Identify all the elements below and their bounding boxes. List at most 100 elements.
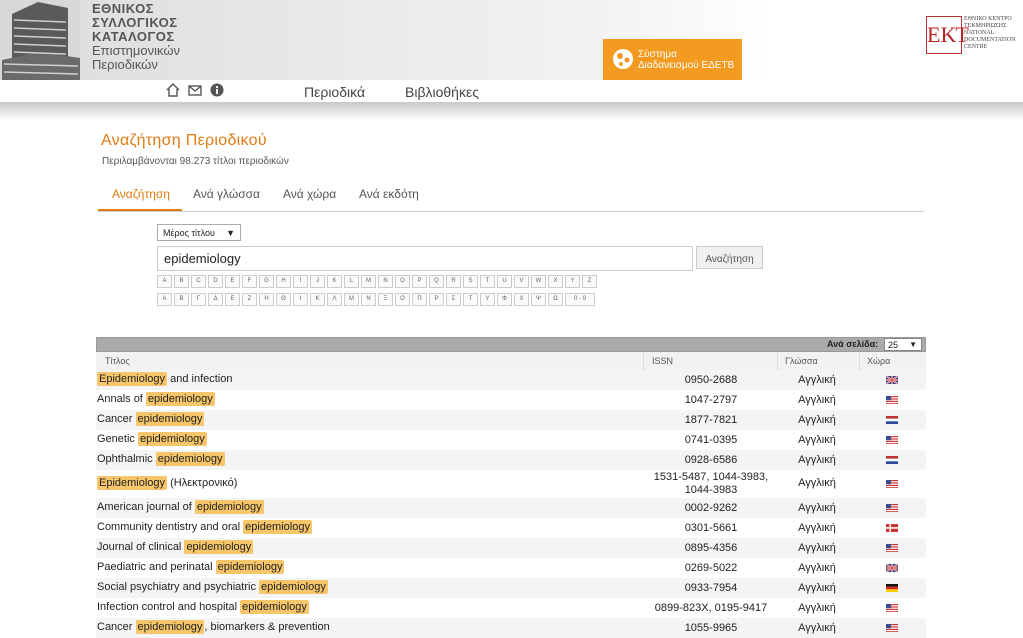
letter-button[interactable]: Ι: [293, 293, 308, 306]
column-header-language[interactable]: Γλώσσα: [785, 356, 818, 366]
journal-title-link[interactable]: Infection control and hospital epidemiol…: [97, 600, 309, 614]
letter-button[interactable]: Z: [582, 275, 597, 288]
letter-button[interactable]: D: [208, 275, 223, 288]
letter-button[interactable]: Σ: [446, 293, 461, 306]
journal-title-link[interactable]: Ophthalmic epidemiology: [97, 452, 225, 466]
journal-title-link[interactable]: Social psychiatry and psychiatric epidem…: [97, 580, 328, 594]
table-row[interactable]: Paediatric and perinatal epidemiology 026…: [96, 558, 926, 578]
tab-by-publisher[interactable]: Ανά εκδότη: [359, 187, 419, 201]
table-row[interactable]: Ophthalmic epidemiology 0928-6586 Αγγλική: [96, 450, 926, 470]
letter-button[interactable]: N: [378, 275, 393, 288]
journal-title-link[interactable]: Paediatric and perinatal epidemiology: [97, 560, 285, 574]
letter-button[interactable]: Τ: [463, 293, 478, 306]
letter-button[interactable]: Μ: [344, 293, 359, 306]
letter-button[interactable]: H: [276, 275, 291, 288]
tab-by-country[interactable]: Ανά χώρα: [283, 187, 336, 201]
letter-button[interactable]: W: [531, 275, 546, 288]
letter-button[interactable]: Κ: [310, 293, 325, 306]
journal-title-link[interactable]: American journal of epidemiology: [97, 500, 264, 514]
letter-button[interactable]: E: [225, 275, 240, 288]
search-button[interactable]: Αναζήτηση: [696, 246, 763, 269]
journal-title-link[interactable]: Epidemiology and infection: [97, 372, 232, 386]
letter-button[interactable]: V: [514, 275, 529, 288]
tab-by-language[interactable]: Ανά γλώσσα: [193, 187, 260, 201]
letter-button[interactable]: Ο: [395, 293, 410, 306]
letter-button[interactable]: Π: [412, 293, 427, 306]
journal-title-link[interactable]: Cancer epidemiology, biomarkers & preven…: [97, 620, 330, 634]
language-cell: Αγγλική: [798, 414, 836, 426]
letter-button[interactable]: B: [174, 275, 189, 288]
letter-button[interactable]: K: [327, 275, 342, 288]
letter-button[interactable]: Φ: [497, 293, 512, 306]
table-row[interactable]: Cancer epidemiology, biomarkers & preven…: [96, 618, 926, 638]
letter-button[interactable]: S: [463, 275, 478, 288]
table-row[interactable]: Cancer epidemiology 1877-7821 Αγγλική: [96, 410, 926, 430]
info-icon[interactable]: [209, 82, 225, 98]
letter-button[interactable]: Q: [429, 275, 444, 288]
column-header-title[interactable]: Τίτλος: [105, 356, 130, 366]
letter-button[interactable]: Ε: [225, 293, 240, 306]
edetb-loan-system-button[interactable]: Σύστημα Διαδανεισμού ΕΔΕΤΒ: [603, 39, 742, 80]
table-row[interactable]: Infection control and hospital epidemiol…: [96, 598, 926, 618]
letter-button[interactable]: Ζ: [242, 293, 257, 306]
search-input[interactable]: [157, 246, 693, 271]
journal-title-link[interactable]: Community dentistry and oral epidemiolog…: [97, 520, 312, 534]
letter-button[interactable]: Ν: [361, 293, 376, 306]
nav-link-libraries[interactable]: Βιβλιοθήκες: [405, 84, 479, 100]
column-header-issn[interactable]: ISSN: [652, 356, 673, 366]
nav-link-journals[interactable]: Περιοδικά: [304, 84, 365, 100]
column-header-country[interactable]: Χώρα: [867, 356, 890, 366]
letter-button[interactable]: M: [361, 275, 376, 288]
search-term-highlight: epidemiology: [155, 452, 225, 466]
letter-button[interactable]: G: [259, 275, 274, 288]
letter-button[interactable]: Ρ: [429, 293, 444, 306]
letter-button[interactable]: Χ: [514, 293, 529, 306]
table-row[interactable]: Journal of clinical epidemiology 0895-435…: [96, 538, 926, 558]
journal-title-link[interactable]: Genetic epidemiology: [97, 432, 207, 446]
letter-button[interactable]: Β: [174, 293, 189, 306]
letter-button[interactable]: Γ: [191, 293, 206, 306]
letter-button[interactable]: Δ: [208, 293, 223, 306]
table-row[interactable]: Social psychiatry and psychiatric epidem…: [96, 578, 926, 598]
letter-button[interactable]: Ω: [548, 293, 563, 306]
letter-button[interactable]: O: [395, 275, 410, 288]
letter-button[interactable]: Θ: [276, 293, 291, 306]
letter-button[interactable]: Λ: [327, 293, 342, 306]
mail-icon[interactable]: [187, 82, 203, 98]
letter-button[interactable]: J: [310, 275, 325, 288]
letter-button[interactable]: R: [446, 275, 461, 288]
letter-button[interactable]: Ψ: [531, 293, 546, 306]
letter-button[interactable]: C: [191, 275, 206, 288]
letter-button[interactable]: X: [548, 275, 563, 288]
table-row[interactable]: American journal of epidemiology 0002-926…: [96, 498, 926, 518]
journal-title-link[interactable]: Cancer epidemiology: [97, 412, 205, 426]
letter-button[interactable]: Η: [259, 293, 274, 306]
letter-button[interactable]: 0 - 9: [565, 293, 595, 306]
letter-button[interactable]: Α: [157, 293, 172, 306]
table-row[interactable]: Epidemiology (Ηλεκτρονικό) 1531-5487, 104…: [96, 470, 926, 498]
letter-button[interactable]: Y: [565, 275, 580, 288]
letter-button[interactable]: U: [497, 275, 512, 288]
logo-books-icon[interactable]: [0, 0, 80, 80]
home-icon[interactable]: [165, 82, 181, 98]
letter-button[interactable]: I: [293, 275, 308, 288]
table-row[interactable]: Epidemiology and infection 0950-2688 Αγγλι…: [96, 370, 926, 390]
search-mode-select[interactable]: Μέρος τίτλου ▼: [157, 224, 241, 241]
letter-button[interactable]: P: [412, 275, 427, 288]
letter-button[interactable]: L: [344, 275, 359, 288]
journal-title-link[interactable]: Annals of epidemiology: [97, 392, 215, 406]
letter-button[interactable]: F: [242, 275, 257, 288]
journal-title-link[interactable]: Epidemiology (Ηλεκτρονικό): [97, 476, 237, 490]
letter-button[interactable]: Υ: [480, 293, 495, 306]
tab-search[interactable]: Αναζήτηση: [112, 187, 170, 201]
letter-button[interactable]: Ξ: [378, 293, 393, 306]
table-row[interactable]: Genetic epidemiology 0741-0395 Αγγλική: [96, 430, 926, 450]
ekt-logo[interactable]: ΕΚΤ ΕΘΝΙΚΟ ΚΕΝΤΡΟ ΤΕΚΜΗΡΙΩΣΗΣ NATIONAL D…: [926, 14, 1018, 54]
table-row[interactable]: Community dentistry and oral epidemiolog…: [96, 518, 926, 538]
letter-button[interactable]: T: [480, 275, 495, 288]
per-page-select[interactable]: 25 ▼: [884, 338, 922, 351]
site-logo-text[interactable]: ΕΘΝΙΚΟΣ ΣΥΛΛΟΓΙΚΟΣ ΚΑΤΑΛΟΓΟΣ Επιστημονικ…: [92, 2, 180, 72]
table-row[interactable]: Annals of epidemiology 1047-2797 Αγγλική: [96, 390, 926, 410]
journal-title-link[interactable]: Journal of clinical epidemiology: [97, 540, 254, 554]
letter-button[interactable]: A: [157, 275, 172, 288]
